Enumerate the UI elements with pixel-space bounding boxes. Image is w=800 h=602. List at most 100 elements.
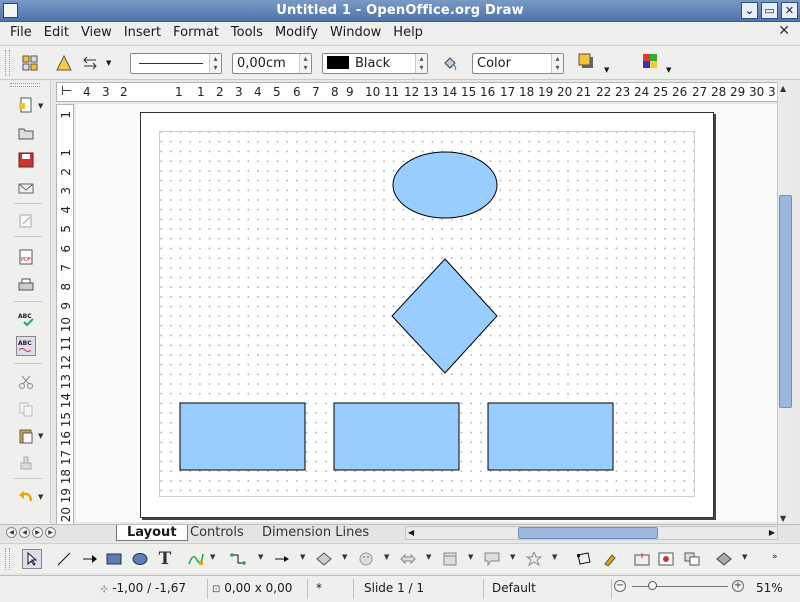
- zoom-slider-handle[interactable]: [648, 581, 657, 590]
- tab-dimension-lines[interactable]: Dimension Lines: [252, 525, 379, 541]
- from-file-icon[interactable]: [656, 549, 676, 569]
- drawing-canvas[interactable]: [76, 104, 777, 522]
- menu-file[interactable]: File: [4, 24, 38, 41]
- scroll-up-icon[interactable]: ▲: [780, 84, 786, 93]
- rectangle-shape-left[interactable]: [179, 402, 306, 471]
- chevron-down-icon[interactable]: ▼: [210, 553, 215, 561]
- paste-icon[interactable]: [16, 426, 36, 446]
- save-icon[interactable]: [16, 150, 36, 170]
- line-arrow-tool-icon[interactable]: [80, 549, 100, 569]
- chevron-down-icon[interactable]: ▼: [38, 493, 43, 501]
- gallery-icon[interactable]: [682, 549, 702, 569]
- open-icon[interactable]: [16, 123, 36, 143]
- line-style-select[interactable]: ▴ ▾: [130, 53, 222, 74]
- horizontal-scroll-thumb[interactable]: [518, 527, 658, 539]
- spellcheck-icon[interactable]: ABC: [16, 309, 36, 329]
- menu-modify[interactable]: Modify: [269, 24, 324, 41]
- chevron-down-icon[interactable]: ▼: [510, 553, 515, 561]
- scroll-next-tab-icon[interactable]: ▶: [32, 527, 43, 538]
- spin-arrows-icon[interactable]: ▴ ▾: [209, 54, 221, 73]
- minimize-button[interactable]: ⌄: [741, 2, 758, 19]
- symbol-shapes-icon[interactable]: [356, 549, 376, 569]
- more-tools-icon[interactable]: »: [772, 552, 778, 562]
- zoom-in-button[interactable]: +: [732, 580, 744, 592]
- scroll-last-tab-icon[interactable]: ▶: [45, 527, 56, 538]
- menu-view[interactable]: View: [75, 24, 118, 41]
- line-color-select[interactable]: Black ▴ ▾: [322, 53, 428, 74]
- lines-arrows-tool-icon[interactable]: [272, 549, 292, 569]
- chevron-down-icon[interactable]: ▼: [384, 553, 389, 561]
- rectangle-shape-middle[interactable]: [333, 402, 460, 471]
- block-arrows-icon[interactable]: [398, 549, 418, 569]
- menu-tools[interactable]: Tools: [225, 24, 269, 41]
- menu-window[interactable]: Window: [324, 24, 387, 41]
- line-icon[interactable]: [54, 53, 74, 73]
- chevron-down-icon[interactable]: ▼: [258, 553, 263, 561]
- close-window-button[interactable]: ✕: [781, 2, 798, 19]
- toolbar-grip[interactable]: [10, 83, 40, 87]
- scroll-prev-tab-icon[interactable]: ◀: [19, 527, 30, 538]
- cut-icon[interactable]: [16, 372, 36, 392]
- color-bar-icon[interactable]: [640, 51, 660, 71]
- scroll-right-icon[interactable]: ▶: [769, 528, 775, 537]
- horizontal-scrollbar[interactable]: ◀ ▶: [405, 526, 778, 540]
- curve-tool-icon[interactable]: [186, 549, 206, 569]
- rectangle-shape-right[interactable]: [487, 402, 614, 471]
- ellipse-shape[interactable]: [392, 151, 498, 219]
- horizontal-ruler[interactable]: ⊢ 4 3 2 1 1 2 3 4 5 6 7 8 9 10 11 12 13 …: [56, 82, 778, 102]
- chevron-down-icon[interactable]: ▼: [38, 102, 43, 110]
- rectangle-tool-icon[interactable]: [104, 549, 124, 569]
- chevron-down-icon[interactable]: ▼: [666, 66, 671, 74]
- scroll-down-icon[interactable]: ▼: [780, 514, 786, 523]
- chevron-down-icon[interactable]: ▼: [468, 553, 473, 561]
- glue-points-icon[interactable]: [600, 549, 620, 569]
- chevron-down-icon[interactable]: ▼: [426, 553, 431, 561]
- menu-insert[interactable]: Insert: [118, 24, 167, 41]
- flowcharts-icon[interactable]: [440, 549, 460, 569]
- email-icon[interactable]: [16, 178, 36, 198]
- zoom-percent[interactable]: 51%: [752, 579, 798, 599]
- chevron-down-icon[interactable]: ▼: [342, 553, 347, 561]
- line-tool-icon[interactable]: [54, 549, 74, 569]
- document-modified-status[interactable]: *: [312, 579, 354, 599]
- text-tool-icon[interactable]: T: [155, 549, 175, 569]
- area-style-icon[interactable]: [440, 53, 460, 73]
- basic-shapes-icon[interactable]: [314, 549, 334, 569]
- edit-file-icon[interactable]: [16, 211, 36, 231]
- diamond-shape[interactable]: [391, 258, 498, 374]
- clone-formatting-icon[interactable]: [16, 453, 36, 473]
- arrow-style-icon[interactable]: [80, 53, 100, 73]
- menu-edit[interactable]: Edit: [38, 24, 75, 41]
- toolbar-grip[interactable]: [5, 50, 10, 76]
- zoom-slider[interactable]: [632, 586, 728, 587]
- spin-arrows-icon[interactable]: ▴ ▾: [299, 54, 311, 73]
- export-pdf-icon[interactable]: PDF: [16, 247, 36, 267]
- print-icon[interactable]: [16, 275, 36, 295]
- maximize-button[interactable]: ▭: [761, 2, 778, 19]
- menu-format[interactable]: Format: [167, 24, 225, 41]
- select-arrow-icon[interactable]: [22, 549, 42, 569]
- stars-icon[interactable]: [524, 549, 544, 569]
- chevron-down-icon[interactable]: ▼: [742, 553, 747, 561]
- styles-icon[interactable]: [20, 53, 40, 73]
- close-document-icon[interactable]: ✕: [778, 23, 790, 39]
- tab-layout[interactable]: Layout: [116, 525, 188, 541]
- spin-arrows-icon[interactable]: ▴ ▾: [551, 54, 563, 73]
- vertical-scrollbar[interactable]: ▲ ▼: [777, 82, 793, 528]
- tab-controls[interactable]: Controls: [180, 525, 254, 541]
- line-width-field[interactable]: 0,00cm ▴ ▾: [232, 53, 312, 74]
- chevron-down-icon[interactable]: ▼: [604, 66, 609, 74]
- undo-icon[interactable]: [16, 487, 36, 507]
- copy-icon[interactable]: [16, 399, 36, 419]
- menu-help[interactable]: Help: [387, 24, 429, 41]
- toolbar-grip[interactable]: [5, 548, 10, 570]
- chevron-down-icon[interactable]: ▼: [300, 553, 305, 561]
- connector-tool-icon[interactable]: [228, 549, 248, 569]
- vertical-ruler[interactable]: 1 1 2 3 4 5 6 7 8 9 10 11 12 13 14 15 16…: [56, 104, 74, 528]
- new-document-icon[interactable]: [16, 95, 36, 115]
- area-style-select[interactable]: Color ▴ ▾: [472, 53, 564, 74]
- chevron-down-icon[interactable]: ▼: [552, 553, 557, 561]
- shadow-icon[interactable]: [576, 51, 596, 71]
- tab-stop-icon[interactable]: ⊢: [61, 84, 72, 99]
- slide-page[interactable]: [140, 112, 714, 518]
